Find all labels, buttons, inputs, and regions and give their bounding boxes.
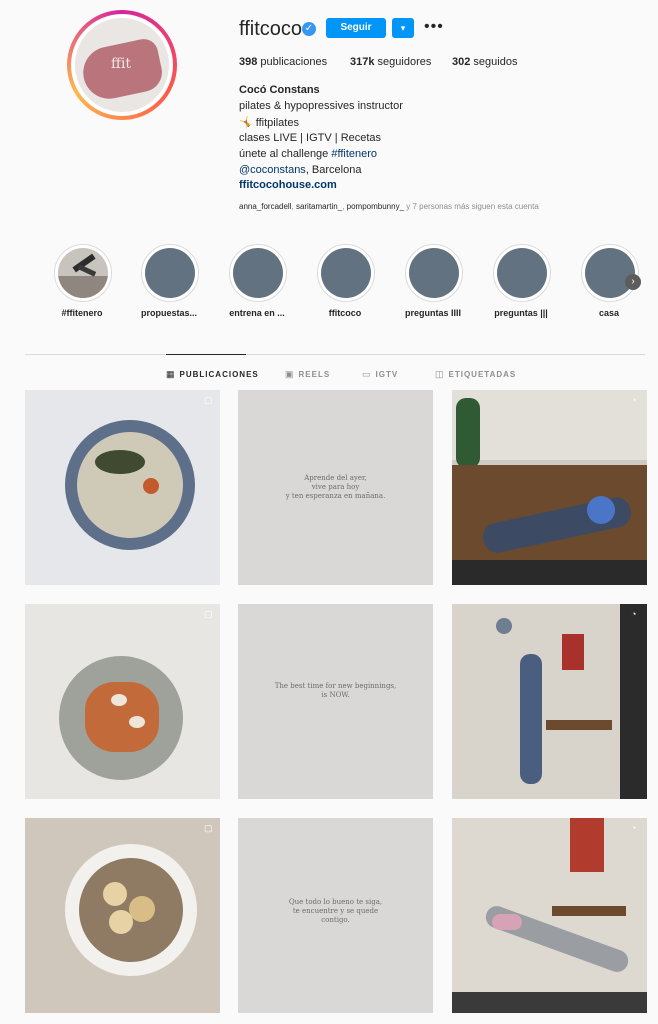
painting-shape bbox=[562, 634, 584, 670]
banana-slice-shape bbox=[129, 896, 155, 922]
bio-line: 🤸 ffitpilates bbox=[239, 117, 299, 129]
post-thumbnail[interactable]: ▢ bbox=[25, 604, 220, 799]
more-options-icon[interactable]: ••• bbox=[424, 18, 443, 38]
console-table-shape bbox=[546, 720, 612, 730]
wall-shape bbox=[452, 390, 647, 460]
highlight-item[interactable] bbox=[493, 244, 551, 302]
post-thumbnail[interactable]: ▢ bbox=[25, 390, 220, 585]
multiple-photos-icon: ▢ bbox=[204, 395, 213, 405]
highlight-item[interactable] bbox=[317, 244, 375, 302]
grid-icon: ▦ bbox=[166, 369, 176, 379]
bio-line: @coconstans, Barcelona bbox=[239, 164, 362, 176]
following-count[interactable]: 302 seguidos bbox=[452, 56, 517, 68]
post-thumbnail[interactable]: ▢ bbox=[25, 818, 220, 1013]
followers-count[interactable]: 317k seguidores bbox=[350, 56, 431, 68]
greens-shape bbox=[95, 450, 145, 474]
igtv-icon: ▭ bbox=[362, 369, 372, 379]
post-thumbnail[interactable]: The best time for new beginnings, is NOW… bbox=[238, 604, 433, 799]
highlight-label: casa bbox=[598, 308, 620, 318]
multiple-photos-icon: ▢ bbox=[204, 823, 213, 833]
tomato-shape bbox=[143, 478, 159, 494]
avatar[interactable]: ffit bbox=[75, 18, 169, 112]
highlight-label: propuestas... bbox=[140, 308, 197, 318]
active-tab-indicator bbox=[166, 354, 246, 355]
highlight-item[interactable] bbox=[141, 244, 199, 302]
quote-text: The best time for new beginnings, is NOW… bbox=[274, 682, 397, 699]
highlight-item[interactable] bbox=[229, 244, 287, 302]
door-frame-shape bbox=[620, 604, 647, 799]
highlight-label: ffitcoco bbox=[328, 308, 362, 318]
post-thumbnail[interactable]: ◔ bbox=[452, 604, 647, 799]
bio-line: clases LIVE | IGTV | Recetas bbox=[239, 132, 382, 144]
pilates-emoji-icon: 🤸 bbox=[239, 117, 253, 129]
highlight-cover bbox=[145, 248, 195, 298]
banana-slice-shape bbox=[103, 882, 127, 906]
post-thumbnail[interactable]: ◔ bbox=[452, 818, 647, 1013]
post-thumbnail[interactable]: Aprende del ayer, vive para hoy y ten es… bbox=[238, 390, 433, 585]
highlight-label: preguntas ||| bbox=[494, 308, 548, 318]
bio-line: únete al challenge #ffitenero bbox=[239, 148, 378, 160]
tabs-divider bbox=[25, 354, 645, 355]
tagged-icon: ◫ bbox=[435, 369, 445, 379]
reels-icon: ▣ bbox=[285, 369, 295, 379]
highlight-item[interactable] bbox=[581, 244, 639, 302]
verified-badge-icon: ✓ bbox=[302, 22, 316, 36]
quote-text: Aprende del ayer, vive para hoy y ten es… bbox=[285, 474, 386, 500]
website-link[interactable]: ffitcocohouse.com bbox=[239, 179, 337, 191]
reel-icon: ◔ bbox=[631, 823, 637, 833]
highlight-cover bbox=[409, 248, 459, 298]
highlight-cover-photo bbox=[58, 248, 108, 298]
highlight-cover bbox=[321, 248, 371, 298]
bio-line: pilates & hypopressives instructor bbox=[239, 100, 403, 112]
tab-publicaciones[interactable]: ▦ PUBLICACIONES bbox=[166, 369, 259, 380]
floor-mat-shape bbox=[452, 560, 647, 585]
highlight-label: preguntas IIII bbox=[404, 308, 461, 318]
quote-text: Que todo lo bueno te siga, te encuentre … bbox=[288, 898, 383, 924]
painting-shape bbox=[570, 818, 604, 872]
tab-reels[interactable]: ▣ REELS bbox=[285, 369, 330, 380]
highlight-item[interactable] bbox=[54, 244, 112, 302]
highlight-item[interactable] bbox=[405, 244, 463, 302]
hashtag-link[interactable]: #ffitenero bbox=[331, 148, 377, 160]
post-thumbnail[interactable]: Que todo lo bueno te siga, te encuentre … bbox=[238, 818, 433, 1013]
suggested-accounts-dropdown-button[interactable]: ▾ bbox=[392, 18, 414, 38]
follow-button[interactable]: Seguir bbox=[326, 18, 386, 38]
console-table-shape bbox=[552, 906, 626, 916]
followed-by-text[interactable]: anna_forcadell, saritamartin_, pompombun… bbox=[239, 202, 539, 211]
highlights-next-button[interactable]: › bbox=[625, 274, 641, 290]
highlight-cover bbox=[585, 248, 635, 298]
clam-shape bbox=[111, 694, 127, 706]
posts-count: 398 publicaciones bbox=[239, 56, 328, 68]
highlight-cover bbox=[233, 248, 283, 298]
vase-shape bbox=[456, 398, 480, 468]
avatar-logo-text: ffit bbox=[111, 56, 132, 72]
mention-link[interactable]: @coconstans bbox=[239, 164, 306, 176]
top-shape bbox=[492, 914, 522, 930]
post-thumbnail[interactable]: ◔ bbox=[452, 390, 647, 585]
person-shape bbox=[520, 654, 542, 784]
floor-mat-shape bbox=[452, 992, 647, 1013]
profile-full-name: Cocó Constans bbox=[239, 84, 320, 96]
profile-username: ffitcoco bbox=[239, 18, 302, 40]
clam-shape bbox=[129, 716, 145, 728]
soup-shape bbox=[77, 432, 183, 538]
highlight-label: #ffitenero bbox=[61, 308, 103, 318]
banana-slice-shape bbox=[109, 910, 133, 934]
tab-etiquetadas[interactable]: ◫ ETIQUETADAS bbox=[435, 369, 516, 380]
highlight-cover bbox=[497, 248, 547, 298]
reel-icon: ◔ bbox=[631, 395, 637, 405]
tab-igtv[interactable]: ▭ IGTV bbox=[362, 369, 398, 380]
reel-icon: ◔ bbox=[631, 609, 637, 619]
multiple-photos-icon: ▢ bbox=[204, 609, 213, 619]
highlight-label: entrena en ... bbox=[229, 308, 285, 318]
ball-shape bbox=[587, 496, 615, 524]
pasta-shape bbox=[85, 682, 159, 752]
ball-shape bbox=[496, 618, 512, 634]
